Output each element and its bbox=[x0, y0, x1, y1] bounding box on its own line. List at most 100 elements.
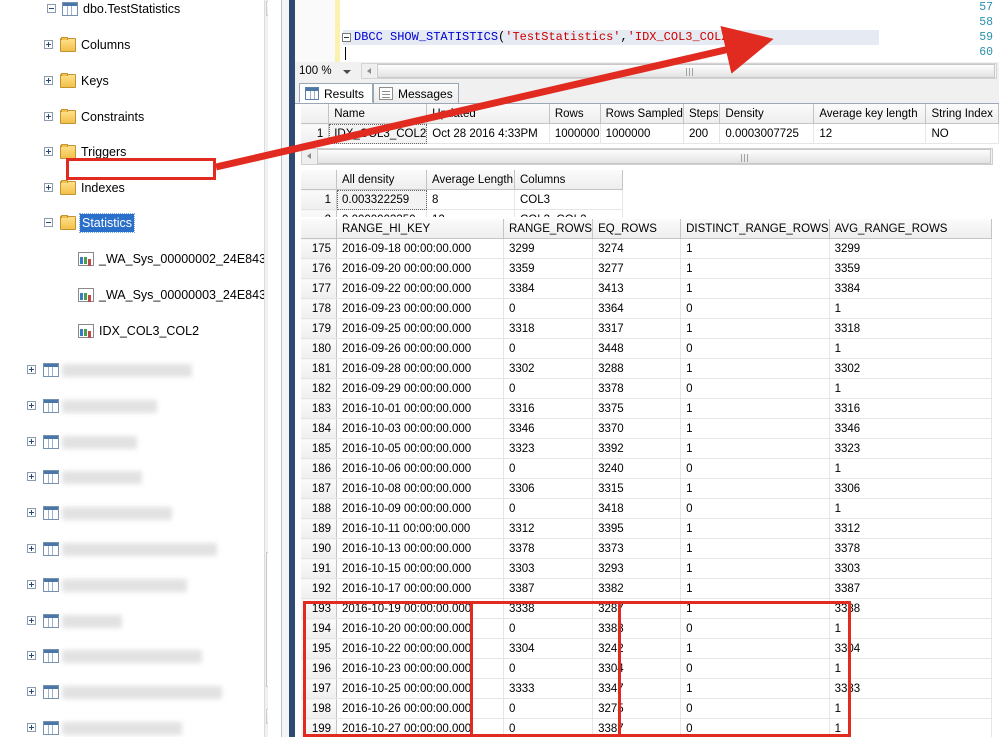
column-header[interactable]: RANGE_HI_KEY bbox=[336, 219, 504, 239]
table-cell[interactable]: 0 bbox=[680, 698, 830, 719]
tree-node-redacted-table[interactable] bbox=[0, 433, 268, 451]
row-header[interactable]: 176 bbox=[301, 258, 337, 279]
table-cell[interactable]: 2016-10-06 00:00:00.000 bbox=[336, 458, 504, 479]
table-cell[interactable]: 0 bbox=[503, 658, 594, 679]
tree-node-wa-sys-00000003[interactable]: _WA_Sys_00000003_24E8431A bbox=[0, 286, 268, 304]
table-cell[interactable]: 0 bbox=[503, 498, 594, 519]
table-row[interactable]: 175 2016-09-18 00:00:00.000 3299 3274 1 3299 bbox=[301, 238, 992, 259]
table-cell[interactable]: 0.003322259 bbox=[336, 189, 427, 210]
column-header[interactable]: Updated bbox=[426, 104, 550, 124]
column-header[interactable]: AVG_RANGE_ROWS bbox=[829, 219, 992, 239]
table-cell[interactable]: 0 bbox=[503, 618, 594, 639]
table-cell[interactable]: 3306 bbox=[829, 478, 992, 499]
table-cell[interactable]: 3316 bbox=[829, 398, 992, 419]
row-header[interactable]: 194 bbox=[301, 618, 337, 639]
table-cell[interactable]: 3384 bbox=[829, 278, 992, 299]
table-cell[interactable]: 3333 bbox=[829, 678, 992, 699]
table-row[interactable]: 194 2016-10-20 00:00:00.000 0 3383 0 1 bbox=[301, 618, 992, 639]
tree-node-redacted-table[interactable] bbox=[0, 683, 268, 701]
table-cell[interactable]: 3378 bbox=[829, 538, 992, 559]
code-outline-collapse-icon[interactable] bbox=[342, 33, 351, 42]
table-row[interactable]: 196 2016-10-23 00:00:00.000 0 3304 0 1 bbox=[301, 658, 992, 679]
sql-statement-line[interactable]: DBCC SHOW_STATISTICS('TestStatistics','I… bbox=[354, 30, 750, 45]
table-cell[interactable]: 3275 bbox=[592, 698, 682, 719]
table-cell[interactable]: 2016-10-17 00:00:00.000 bbox=[336, 578, 504, 599]
tree-node-dbo-teststatistics[interactable]: dbo.TestStatistics bbox=[0, 0, 268, 18]
table-cell[interactable]: 3373 bbox=[592, 538, 682, 559]
editor-horizontal-scrollbar[interactable] bbox=[361, 63, 997, 79]
table-cell[interactable]: 1 bbox=[829, 498, 992, 519]
table-cell[interactable]: 3346 bbox=[503, 418, 594, 439]
table-cell[interactable]: 2016-09-29 00:00:00.000 bbox=[336, 378, 504, 399]
expand-plus-icon[interactable] bbox=[44, 147, 53, 156]
row-header[interactable]: 197 bbox=[301, 678, 337, 699]
table-cell[interactable]: 3359 bbox=[503, 258, 594, 279]
table-row[interactable]: 190 2016-10-13 00:00:00.000 3378 3373 1 3378 bbox=[301, 538, 992, 559]
table-cell[interactable]: 1000000 bbox=[549, 123, 601, 144]
table-row[interactable]: 186 2016-10-06 00:00:00.000 0 3240 0 1 bbox=[301, 458, 992, 479]
table-cell[interactable]: 2016-09-25 00:00:00.000 bbox=[336, 318, 504, 339]
row-header[interactable]: 185 bbox=[301, 438, 337, 459]
expand-plus-icon[interactable] bbox=[44, 112, 53, 121]
expand-plus-icon[interactable] bbox=[44, 40, 53, 49]
table-cell[interactable]: 3315 bbox=[592, 478, 682, 499]
object-explorer-tree[interactable]: dbo.TestStatistics Columns Keys Constrai… bbox=[0, 0, 268, 737]
table-cell[interactable]: 2016-10-15 00:00:00.000 bbox=[336, 558, 504, 579]
table-cell[interactable]: 1 bbox=[829, 658, 992, 679]
table-cell[interactable]: 3346 bbox=[829, 418, 992, 439]
row-header[interactable]: 195 bbox=[301, 638, 337, 659]
table-cell[interactable]: 3293 bbox=[592, 558, 682, 579]
table-cell[interactable]: 3323 bbox=[829, 438, 992, 459]
row-header[interactable]: 1 bbox=[301, 189, 337, 210]
table-cell[interactable]: 0 bbox=[680, 378, 830, 399]
table-row[interactable]: 178 2016-09-23 00:00:00.000 0 3364 0 1 bbox=[301, 298, 992, 319]
row-header[interactable]: 192 bbox=[301, 578, 337, 599]
row-header[interactable]: 191 bbox=[301, 558, 337, 579]
table-cell[interactable]: 2016-09-23 00:00:00.000 bbox=[336, 298, 504, 319]
results-grid-stats-header[interactable]: Name Updated Rows Rows Sampled Steps Density A… bbox=[301, 104, 999, 144]
table-cell[interactable]: 2016-10-13 00:00:00.000 bbox=[336, 538, 504, 559]
table-cell[interactable]: 3323 bbox=[503, 438, 594, 459]
table-cell[interactable]: 3387 bbox=[592, 718, 682, 737]
table-row[interactable]: 195 2016-10-22 00:00:00.000 3304 3242 1 3304 bbox=[301, 638, 992, 659]
row-header[interactable]: 178 bbox=[301, 298, 337, 319]
table-cell[interactable]: 3392 bbox=[592, 438, 682, 459]
row-header[interactable]: 2 bbox=[301, 209, 337, 217]
tree-node-statistics[interactable]: Statistics bbox=[0, 213, 268, 233]
column-header[interactable]: Average key length bbox=[813, 104, 927, 124]
table-cell[interactable]: 3387 bbox=[503, 578, 594, 599]
table-cell[interactable]: 3383 bbox=[592, 618, 682, 639]
tree-node-triggers[interactable]: Triggers bbox=[0, 143, 268, 161]
table-cell[interactable]: 3418 bbox=[592, 498, 682, 519]
table-row[interactable]: 179 2016-09-25 00:00:00.000 3318 3317 1 3318 bbox=[301, 318, 992, 339]
table-row[interactable]: 182 2016-09-29 00:00:00.000 0 3378 0 1 bbox=[301, 378, 992, 399]
results-grid-histogram[interactable]: RANGE_HI_KEY RANGE_ROWS EQ_ROWS DISTINCT_RA… bbox=[301, 219, 999, 737]
table-row[interactable]: 181 2016-09-28 00:00:00.000 3302 3288 1 3302 bbox=[301, 358, 992, 379]
table-cell[interactable]: 1 bbox=[829, 458, 992, 479]
table-cell[interactable]: 3304 bbox=[503, 638, 594, 659]
table-cell[interactable]: 3338 bbox=[829, 598, 992, 619]
table-cell[interactable]: 2016-10-22 00:00:00.000 bbox=[336, 638, 504, 659]
table-row[interactable]: 1 0.003322259 8 COL3 bbox=[301, 189, 623, 210]
table-cell[interactable]: 1 bbox=[680, 398, 830, 419]
row-header[interactable]: 189 bbox=[301, 518, 337, 539]
row-header[interactable]: 182 bbox=[301, 378, 337, 399]
expand-plus-icon[interactable] bbox=[27, 508, 36, 518]
column-header[interactable]: String Index bbox=[925, 104, 999, 124]
chevron-down-icon[interactable] bbox=[343, 70, 351, 74]
table-cell[interactable]: 2016-10-09 00:00:00.000 bbox=[336, 498, 504, 519]
table-cell[interactable]: COL3, COL2 bbox=[514, 209, 623, 217]
table-row[interactable]: 193 2016-10-19 00:00:00.000 3338 3287 1 3338 bbox=[301, 598, 992, 619]
tree-node-redacted-table[interactable] bbox=[0, 504, 268, 522]
tree-node-constraints[interactable]: Constraints bbox=[0, 108, 268, 126]
expand-plus-icon[interactable] bbox=[27, 365, 36, 374]
row-header[interactable]: 1 bbox=[301, 123, 330, 144]
table-cell[interactable]: 3359 bbox=[829, 258, 992, 279]
table-cell[interactable]: 2016-10-27 00:00:00.000 bbox=[336, 718, 504, 737]
collapse-minus-icon[interactable] bbox=[44, 218, 53, 227]
table-row[interactable]: 189 2016-10-11 00:00:00.000 3312 3395 1 3312 bbox=[301, 518, 992, 539]
row-header[interactable]: 193 bbox=[301, 598, 337, 619]
table-cell[interactable]: 1 bbox=[680, 678, 830, 699]
column-header[interactable]: All density bbox=[336, 170, 427, 190]
table-cell[interactable]: 1 bbox=[680, 598, 830, 619]
